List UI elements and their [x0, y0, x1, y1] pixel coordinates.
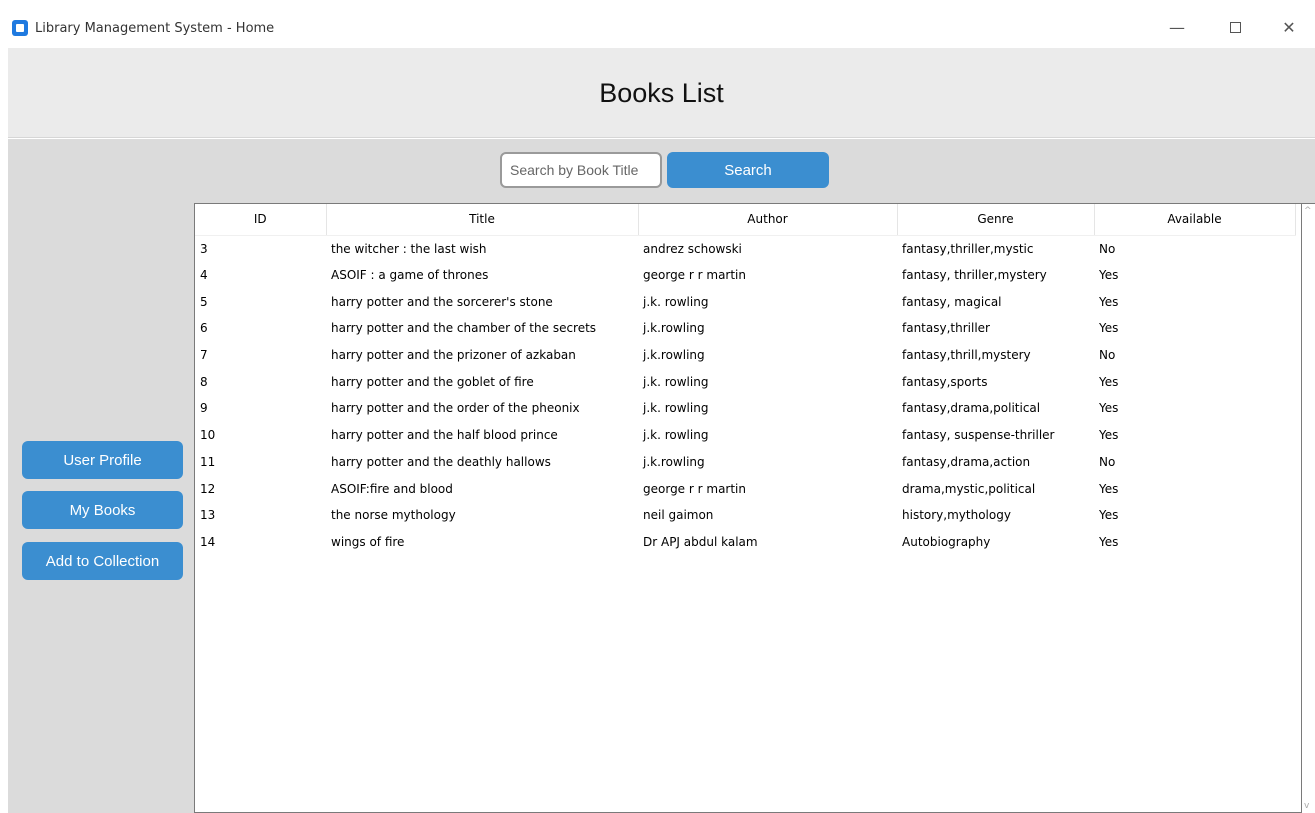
- table-scrollbar[interactable]: ^ v: [1302, 203, 1315, 813]
- table-row[interactable]: 7 harry potter and the prizoner of azkaba…: [195, 342, 1295, 369]
- cell-title: harry potter and the deathly hallows: [331, 454, 551, 469]
- cell-title: wings of fire: [331, 534, 405, 549]
- cell-genre: fantasy,thriller: [902, 321, 990, 336]
- cell-author: j.k. rowling: [643, 374, 709, 389]
- table-row[interactable]: 3 the witcher : the last wish andrez schow…: [195, 235, 1295, 262]
- cell-title: harry potter and the order of the pheoni…: [331, 401, 580, 416]
- table-row[interactable]: 12 ASOIF:fire and blood george r r martin d…: [195, 475, 1295, 502]
- cell-genre: fantasy, thriller,mystery: [902, 268, 1047, 283]
- cell-available: Yes: [1099, 428, 1119, 443]
- cell-id: 14: [200, 534, 216, 549]
- close-button[interactable]: ✕: [1267, 12, 1311, 42]
- cell-author: j.k. rowling: [643, 401, 709, 416]
- table-header-row: ID Title Author Genre Available: [195, 204, 1296, 236]
- cell-available: No: [1099, 241, 1116, 256]
- title-bar: Library Management System - Home — ✕: [0, 0, 1315, 48]
- cell-title: ASOIF : a game of thrones: [331, 268, 489, 283]
- table-row[interactable]: 14 wings of fire Dr APJ abdul kalam Autobio…: [195, 529, 1295, 556]
- table-row[interactable]: 13 the norse mythology neil gaimon history,…: [195, 502, 1295, 529]
- cell-genre: fantasy, magical: [902, 294, 1002, 309]
- cell-available: Yes: [1099, 294, 1119, 309]
- table-row[interactable]: 5 harry potter and the sorcerer's stone j.…: [195, 288, 1295, 315]
- cell-author: george r r martin: [643, 268, 746, 283]
- column-header-genre[interactable]: Genre: [897, 204, 1095, 236]
- maximize-button[interactable]: [1213, 12, 1257, 42]
- cell-id: 12: [200, 481, 216, 496]
- table-row[interactable]: 4 ASOIF : a game of thrones george r r mar…: [195, 262, 1295, 289]
- cell-author: neil gaimon: [643, 508, 714, 523]
- table-row[interactable]: 11 harry potter and the deathly hallows j.…: [195, 449, 1295, 476]
- cell-genre: fantasy,drama,action: [902, 454, 1031, 469]
- window-title: Library Management System - Home: [35, 21, 275, 36]
- main-content: Search User Profile My Books Add to Coll…: [8, 139, 1315, 813]
- cell-available: Yes: [1099, 508, 1119, 523]
- cell-title: the witcher : the last wish: [331, 241, 487, 256]
- cell-author: andrez schowski: [643, 241, 742, 256]
- cell-author: j.k. rowling: [643, 428, 709, 443]
- cell-id: 4: [200, 268, 208, 283]
- minimize-button[interactable]: —: [1155, 12, 1199, 42]
- cell-genre: fantasy,thriller,mystic: [902, 241, 1034, 256]
- table-row[interactable]: 6 harry potter and the chamber of the sec…: [195, 315, 1295, 342]
- cell-available: Yes: [1099, 374, 1119, 389]
- cell-author: j.k.rowling: [643, 348, 705, 363]
- column-header-available[interactable]: Available: [1094, 204, 1296, 236]
- table-row[interactable]: 10 harry potter and the half blood prince…: [195, 422, 1295, 449]
- search-input[interactable]: [500, 152, 662, 188]
- cell-available: Yes: [1099, 481, 1119, 496]
- cell-title: ASOIF:fire and blood: [331, 481, 453, 496]
- cell-available: Yes: [1099, 321, 1119, 336]
- cell-id: 11: [200, 454, 216, 469]
- cell-author: george r r martin: [643, 481, 746, 496]
- cell-id: 13: [200, 508, 216, 523]
- cell-genre: history,mythology: [902, 508, 1011, 523]
- cell-genre: fantasy,sports: [902, 374, 988, 389]
- cell-available: No: [1099, 454, 1116, 469]
- cell-id: 10: [200, 428, 216, 443]
- table-row[interactable]: 9 harry potter and the order of the pheon…: [195, 395, 1295, 422]
- search-button[interactable]: Search: [667, 152, 829, 188]
- add-to-collection-button[interactable]: Add to Collection: [22, 542, 183, 580]
- cell-genre: Autobiography: [902, 534, 991, 549]
- books-table[interactable]: ID Title Author Genre Available 3 the wit…: [194, 203, 1302, 813]
- column-header-id[interactable]: ID: [195, 204, 327, 236]
- cell-id: 6: [200, 321, 208, 336]
- table-row[interactable]: 8 harry potter and the goblet of fire j.k.…: [195, 368, 1295, 395]
- cell-title: harry potter and the prizoner of azkaban: [331, 348, 576, 363]
- cell-available: Yes: [1099, 534, 1119, 549]
- cell-author: j.k. rowling: [643, 294, 709, 309]
- column-header-title[interactable]: Title: [326, 204, 639, 236]
- scroll-down-icon[interactable]: v: [1304, 801, 1309, 811]
- maximize-icon: [1229, 21, 1241, 33]
- cell-available: No: [1099, 348, 1116, 363]
- cell-genre: fantasy,thrill,mystery: [902, 348, 1031, 363]
- app-icon: [12, 20, 28, 36]
- cell-genre: drama,mystic,political: [902, 481, 1036, 496]
- cell-id: 9: [200, 401, 208, 416]
- cell-title: harry potter and the sorcerer's stone: [331, 294, 553, 309]
- cell-id: 7: [200, 348, 208, 363]
- cell-id: 5: [200, 294, 208, 309]
- scroll-up-icon[interactable]: ^: [1304, 206, 1312, 216]
- page-title: Books List: [599, 78, 724, 108]
- cell-id: 3: [200, 241, 208, 256]
- cell-title: harry potter and the chamber of the secr…: [331, 321, 597, 336]
- cell-available: Yes: [1099, 268, 1119, 283]
- cell-id: 8: [200, 374, 208, 389]
- cell-genre: fantasy,drama,political: [902, 401, 1041, 416]
- cell-available: Yes: [1099, 401, 1119, 416]
- cell-author: j.k.rowling: [643, 321, 705, 336]
- cell-title: harry potter and the goblet of fire: [331, 374, 534, 389]
- my-books-button[interactable]: My Books: [22, 491, 183, 529]
- cell-title: harry potter and the half blood prince: [331, 428, 558, 443]
- header: Books List: [8, 48, 1315, 138]
- user-profile-button[interactable]: User Profile: [22, 441, 183, 479]
- column-header-author[interactable]: Author: [638, 204, 898, 236]
- cell-title: the norse mythology: [331, 508, 456, 523]
- cell-author: j.k.rowling: [643, 454, 705, 469]
- cell-author: Dr APJ abdul kalam: [643, 534, 758, 549]
- cell-genre: fantasy, suspense-thriller: [902, 428, 1055, 443]
